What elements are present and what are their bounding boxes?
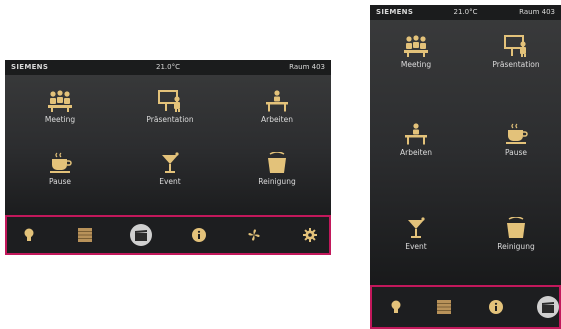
- nav-info-button[interactable]: [188, 224, 210, 246]
- scene-button-cleaning[interactable]: Reinigung: [232, 152, 322, 186]
- navigation-bar: [370, 285, 561, 329]
- status-bar: SIEMENS 21.0°C Raum 403: [370, 5, 561, 20]
- cocktail-icon: [162, 152, 179, 173]
- nav-info-button[interactable]: [485, 296, 507, 318]
- navigation-bar: [5, 215, 331, 255]
- coffee-cup-icon: [50, 152, 72, 173]
- scene-icon: [542, 301, 554, 313]
- scene-label: Reinigung: [258, 177, 296, 186]
- presentation-icon: [158, 90, 180, 112]
- landscape-panel: SIEMENS 21.0°C Raum 403 Meeting Präsenta…: [5, 60, 331, 255]
- presentation-icon: [504, 35, 526, 57]
- status-bar: SIEMENS 21.0°C Raum 403: [5, 60, 331, 75]
- scene-label: Pause: [48, 177, 72, 186]
- scene-button-work[interactable]: Arbeiten: [232, 90, 322, 124]
- nav-blinds-button[interactable]: [433, 296, 455, 318]
- scene-label: Event: [405, 242, 427, 251]
- room-label: Raum 403: [519, 8, 555, 16]
- info-icon: [489, 300, 503, 314]
- light-bulb-icon: [24, 228, 34, 241]
- scene-label: Meeting: [44, 115, 76, 124]
- scene-label: Reinigung: [497, 242, 535, 251]
- scene-label: Arbeiten: [261, 115, 293, 124]
- settings-gear-icon: [303, 228, 317, 242]
- nav-scene-button[interactable]: [130, 224, 152, 246]
- scene-button-work[interactable]: Arbeiten: [371, 123, 461, 157]
- meeting-icon: [48, 90, 72, 112]
- desk-icon: [405, 123, 427, 145]
- scene-button-pause[interactable]: Pause: [15, 152, 105, 186]
- bucket-icon: [268, 152, 286, 173]
- scene-label: Pause: [504, 148, 528, 157]
- fan-icon: [248, 229, 260, 241]
- scene-button-event[interactable]: Event: [125, 152, 215, 186]
- meeting-icon: [404, 35, 428, 57]
- info-icon: [192, 228, 206, 242]
- cocktail-icon: [408, 217, 425, 238]
- scene-label: Event: [159, 177, 181, 186]
- scene-button-presentation[interactable]: Präsentation: [471, 35, 561, 69]
- coffee-cup-icon: [506, 123, 528, 144]
- scene-label: Präsentation: [492, 60, 540, 69]
- nav-fan-button[interactable]: [243, 224, 265, 246]
- desk-icon: [266, 90, 288, 112]
- scene-button-event[interactable]: Event: [371, 217, 461, 251]
- nav-settings-button[interactable]: [299, 224, 321, 246]
- scene-button-presentation[interactable]: Präsentation: [125, 90, 215, 124]
- nav-blinds-button[interactable]: [74, 224, 96, 246]
- scene-button-pause[interactable]: Pause: [471, 123, 561, 157]
- blinds-icon: [78, 228, 92, 242]
- scene-label: Präsentation: [146, 115, 194, 124]
- scene-label: Meeting: [400, 60, 432, 69]
- scene-button-meeting[interactable]: Meeting: [15, 90, 105, 124]
- portrait-panel: SIEMENS 21.0°C Raum 403 Meeting Präsenta…: [370, 5, 561, 329]
- scene-label: Arbeiten: [400, 148, 432, 157]
- light-bulb-icon: [391, 300, 401, 313]
- nav-scene-button[interactable]: [537, 296, 559, 318]
- scene-button-cleaning[interactable]: Reinigung: [471, 217, 561, 251]
- nav-light-button[interactable]: [385, 296, 407, 318]
- scene-icon: [135, 229, 147, 241]
- bucket-icon: [507, 217, 525, 238]
- temperature-readout: 21.0°C: [156, 63, 180, 71]
- scene-button-meeting[interactable]: Meeting: [371, 35, 461, 69]
- room-label: Raum 403: [289, 63, 325, 71]
- nav-light-button[interactable]: [18, 224, 40, 246]
- blinds-icon: [437, 300, 451, 314]
